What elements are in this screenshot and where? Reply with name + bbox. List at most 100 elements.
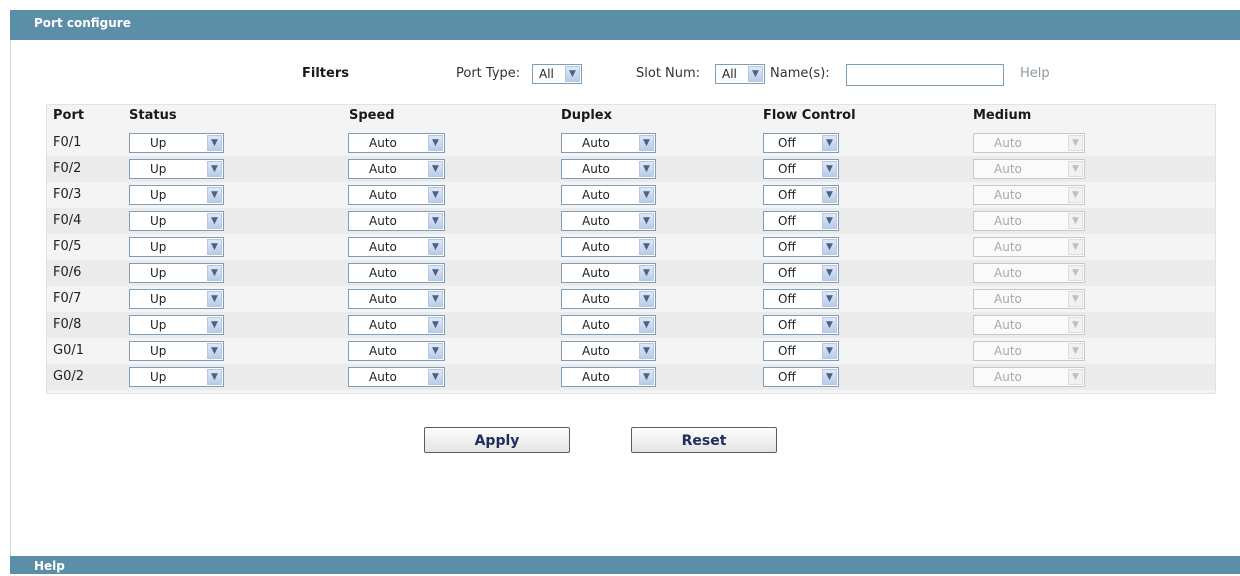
speed-select[interactable]: Auto ▼ — [348, 133, 445, 153]
flow-control-select[interactable]: Off ▼ — [763, 341, 839, 361]
chevron-down-icon[interactable]: ▼ — [428, 135, 443, 151]
chevron-down-icon[interactable]: ▼ — [639, 213, 654, 229]
chevron-down-icon[interactable]: ▼ — [207, 265, 222, 281]
status-select[interactable]: Up ▼ — [129, 367, 224, 387]
chevron-down-icon[interactable]: ▼ — [207, 239, 222, 255]
status-select[interactable]: Up ▼ — [129, 159, 224, 179]
chevron-down-icon[interactable]: ▼ — [639, 161, 654, 177]
speed-select[interactable]: Auto ▼ — [348, 263, 445, 283]
chevron-down-icon[interactable]: ▼ — [639, 187, 654, 203]
duplex-select[interactable]: Auto ▼ — [561, 159, 656, 179]
port-type-select[interactable]: All ▼ — [532, 64, 582, 84]
chevron-down-icon[interactable]: ▼ — [428, 343, 443, 359]
speed-select[interactable]: Auto ▼ — [348, 315, 445, 335]
chevron-down-icon[interactable]: ▼ — [428, 317, 443, 333]
chevron-down-icon[interactable]: ▼ — [639, 317, 654, 333]
duplex-select[interactable]: Auto ▼ — [561, 133, 656, 153]
status-select[interactable]: Up ▼ — [129, 211, 224, 231]
flow-control-select[interactable]: Off ▼ — [763, 289, 839, 309]
speed-select[interactable]: Auto ▼ — [348, 341, 445, 361]
chevron-down-icon[interactable]: ▼ — [207, 187, 222, 203]
chevron-down-icon[interactable]: ▼ — [428, 369, 443, 385]
flow-control-select[interactable]: Off ▼ — [763, 315, 839, 335]
chevron-down-icon[interactable]: ▼ — [428, 265, 443, 281]
table-row: F0/4 Up ▼ Auto ▼ Auto ▼ Off ▼ Auto ▼ — [47, 208, 1215, 234]
duplex-select[interactable]: Auto ▼ — [561, 341, 656, 361]
chevron-down-icon: ▼ — [1068, 161, 1083, 177]
status-select[interactable]: Up ▼ — [129, 133, 224, 153]
duplex-select[interactable]: Auto ▼ — [561, 289, 656, 309]
chevron-down-icon[interactable]: ▼ — [428, 213, 443, 229]
apply-button[interactable]: Apply — [424, 427, 570, 453]
status-select[interactable]: Up ▼ — [129, 237, 224, 257]
chevron-down-icon[interactable]: ▼ — [207, 343, 222, 359]
medium-select: Auto ▼ — [973, 211, 1085, 231]
medium-select: Auto ▼ — [973, 341, 1085, 361]
duplex-value: Auto — [582, 266, 610, 280]
chevron-down-icon[interactable]: ▼ — [822, 317, 837, 333]
chevron-down-icon[interactable]: ▼ — [822, 239, 837, 255]
status-select[interactable]: Up ▼ — [129, 263, 224, 283]
chevron-down-icon[interactable]: ▼ — [207, 291, 222, 307]
help-link[interactable]: Help — [1020, 62, 1050, 86]
flow-control-value: Off — [778, 344, 796, 358]
chevron-down-icon[interactable]: ▼ — [639, 291, 654, 307]
slot-num-select[interactable]: All ▼ — [715, 64, 765, 84]
chevron-down-icon[interactable]: ▼ — [639, 265, 654, 281]
chevron-down-icon[interactable]: ▼ — [565, 66, 580, 82]
speed-select[interactable]: Auto ▼ — [348, 367, 445, 387]
flow-control-select[interactable]: Off ▼ — [763, 211, 839, 231]
status-select[interactable]: Up ▼ — [129, 289, 224, 309]
chevron-down-icon[interactable]: ▼ — [207, 135, 222, 151]
chevron-down-icon[interactable]: ▼ — [639, 369, 654, 385]
names-input[interactable] — [846, 64, 1004, 86]
chevron-down-icon[interactable]: ▼ — [207, 369, 222, 385]
duplex-value: Auto — [582, 318, 610, 332]
chevron-down-icon[interactable]: ▼ — [822, 291, 837, 307]
chevron-down-icon[interactable]: ▼ — [822, 187, 837, 203]
chevron-down-icon[interactable]: ▼ — [428, 291, 443, 307]
chevron-down-icon[interactable]: ▼ — [748, 66, 763, 82]
reset-button[interactable]: Reset — [631, 427, 777, 453]
chevron-down-icon[interactable]: ▼ — [428, 161, 443, 177]
speed-select[interactable]: Auto ▼ — [348, 211, 445, 231]
chevron-down-icon[interactable]: ▼ — [822, 265, 837, 281]
speed-select[interactable]: Auto ▼ — [348, 185, 445, 205]
chevron-down-icon[interactable]: ▼ — [822, 161, 837, 177]
flow-control-select[interactable]: Off ▼ — [763, 133, 839, 153]
chevron-down-icon[interactable]: ▼ — [822, 213, 837, 229]
chevron-down-icon[interactable]: ▼ — [207, 213, 222, 229]
chevron-down-icon[interactable]: ▼ — [822, 369, 837, 385]
duplex-select[interactable]: Auto ▼ — [561, 211, 656, 231]
speed-select[interactable]: Auto ▼ — [348, 289, 445, 309]
chevron-down-icon[interactable]: ▼ — [428, 239, 443, 255]
chevron-down-icon[interactable]: ▼ — [207, 317, 222, 333]
duplex-select[interactable]: Auto ▼ — [561, 237, 656, 257]
flow-control-select[interactable]: Off ▼ — [763, 367, 839, 387]
duplex-select[interactable]: Auto ▼ — [561, 315, 656, 335]
duplex-select[interactable]: Auto ▼ — [561, 263, 656, 283]
flow-control-select[interactable]: Off ▼ — [763, 159, 839, 179]
port-name: F0/6 — [53, 265, 82, 280]
medium-select: Auto ▼ — [973, 263, 1085, 283]
duplex-select[interactable]: Auto ▼ — [561, 185, 656, 205]
status-value: Up — [150, 240, 167, 254]
speed-select[interactable]: Auto ▼ — [348, 159, 445, 179]
chevron-down-icon[interactable]: ▼ — [428, 187, 443, 203]
chevron-down-icon[interactable]: ▼ — [207, 161, 222, 177]
chevron-down-icon[interactable]: ▼ — [822, 135, 837, 151]
table-row: G0/1 Up ▼ Auto ▼ Auto ▼ Off ▼ Auto ▼ — [47, 338, 1215, 364]
chevron-down-icon[interactable]: ▼ — [822, 343, 837, 359]
speed-select[interactable]: Auto ▼ — [348, 237, 445, 257]
port-configure-header: Port configure — [10, 10, 1240, 40]
chevron-down-icon[interactable]: ▼ — [639, 239, 654, 255]
status-select[interactable]: Up ▼ — [129, 315, 224, 335]
flow-control-select[interactable]: Off ▼ — [763, 185, 839, 205]
duplex-select[interactable]: Auto ▼ — [561, 367, 656, 387]
chevron-down-icon[interactable]: ▼ — [639, 135, 654, 151]
chevron-down-icon[interactable]: ▼ — [639, 343, 654, 359]
flow-control-select[interactable]: Off ▼ — [763, 263, 839, 283]
status-select[interactable]: Up ▼ — [129, 185, 224, 205]
status-select[interactable]: Up ▼ — [129, 341, 224, 361]
flow-control-select[interactable]: Off ▼ — [763, 237, 839, 257]
